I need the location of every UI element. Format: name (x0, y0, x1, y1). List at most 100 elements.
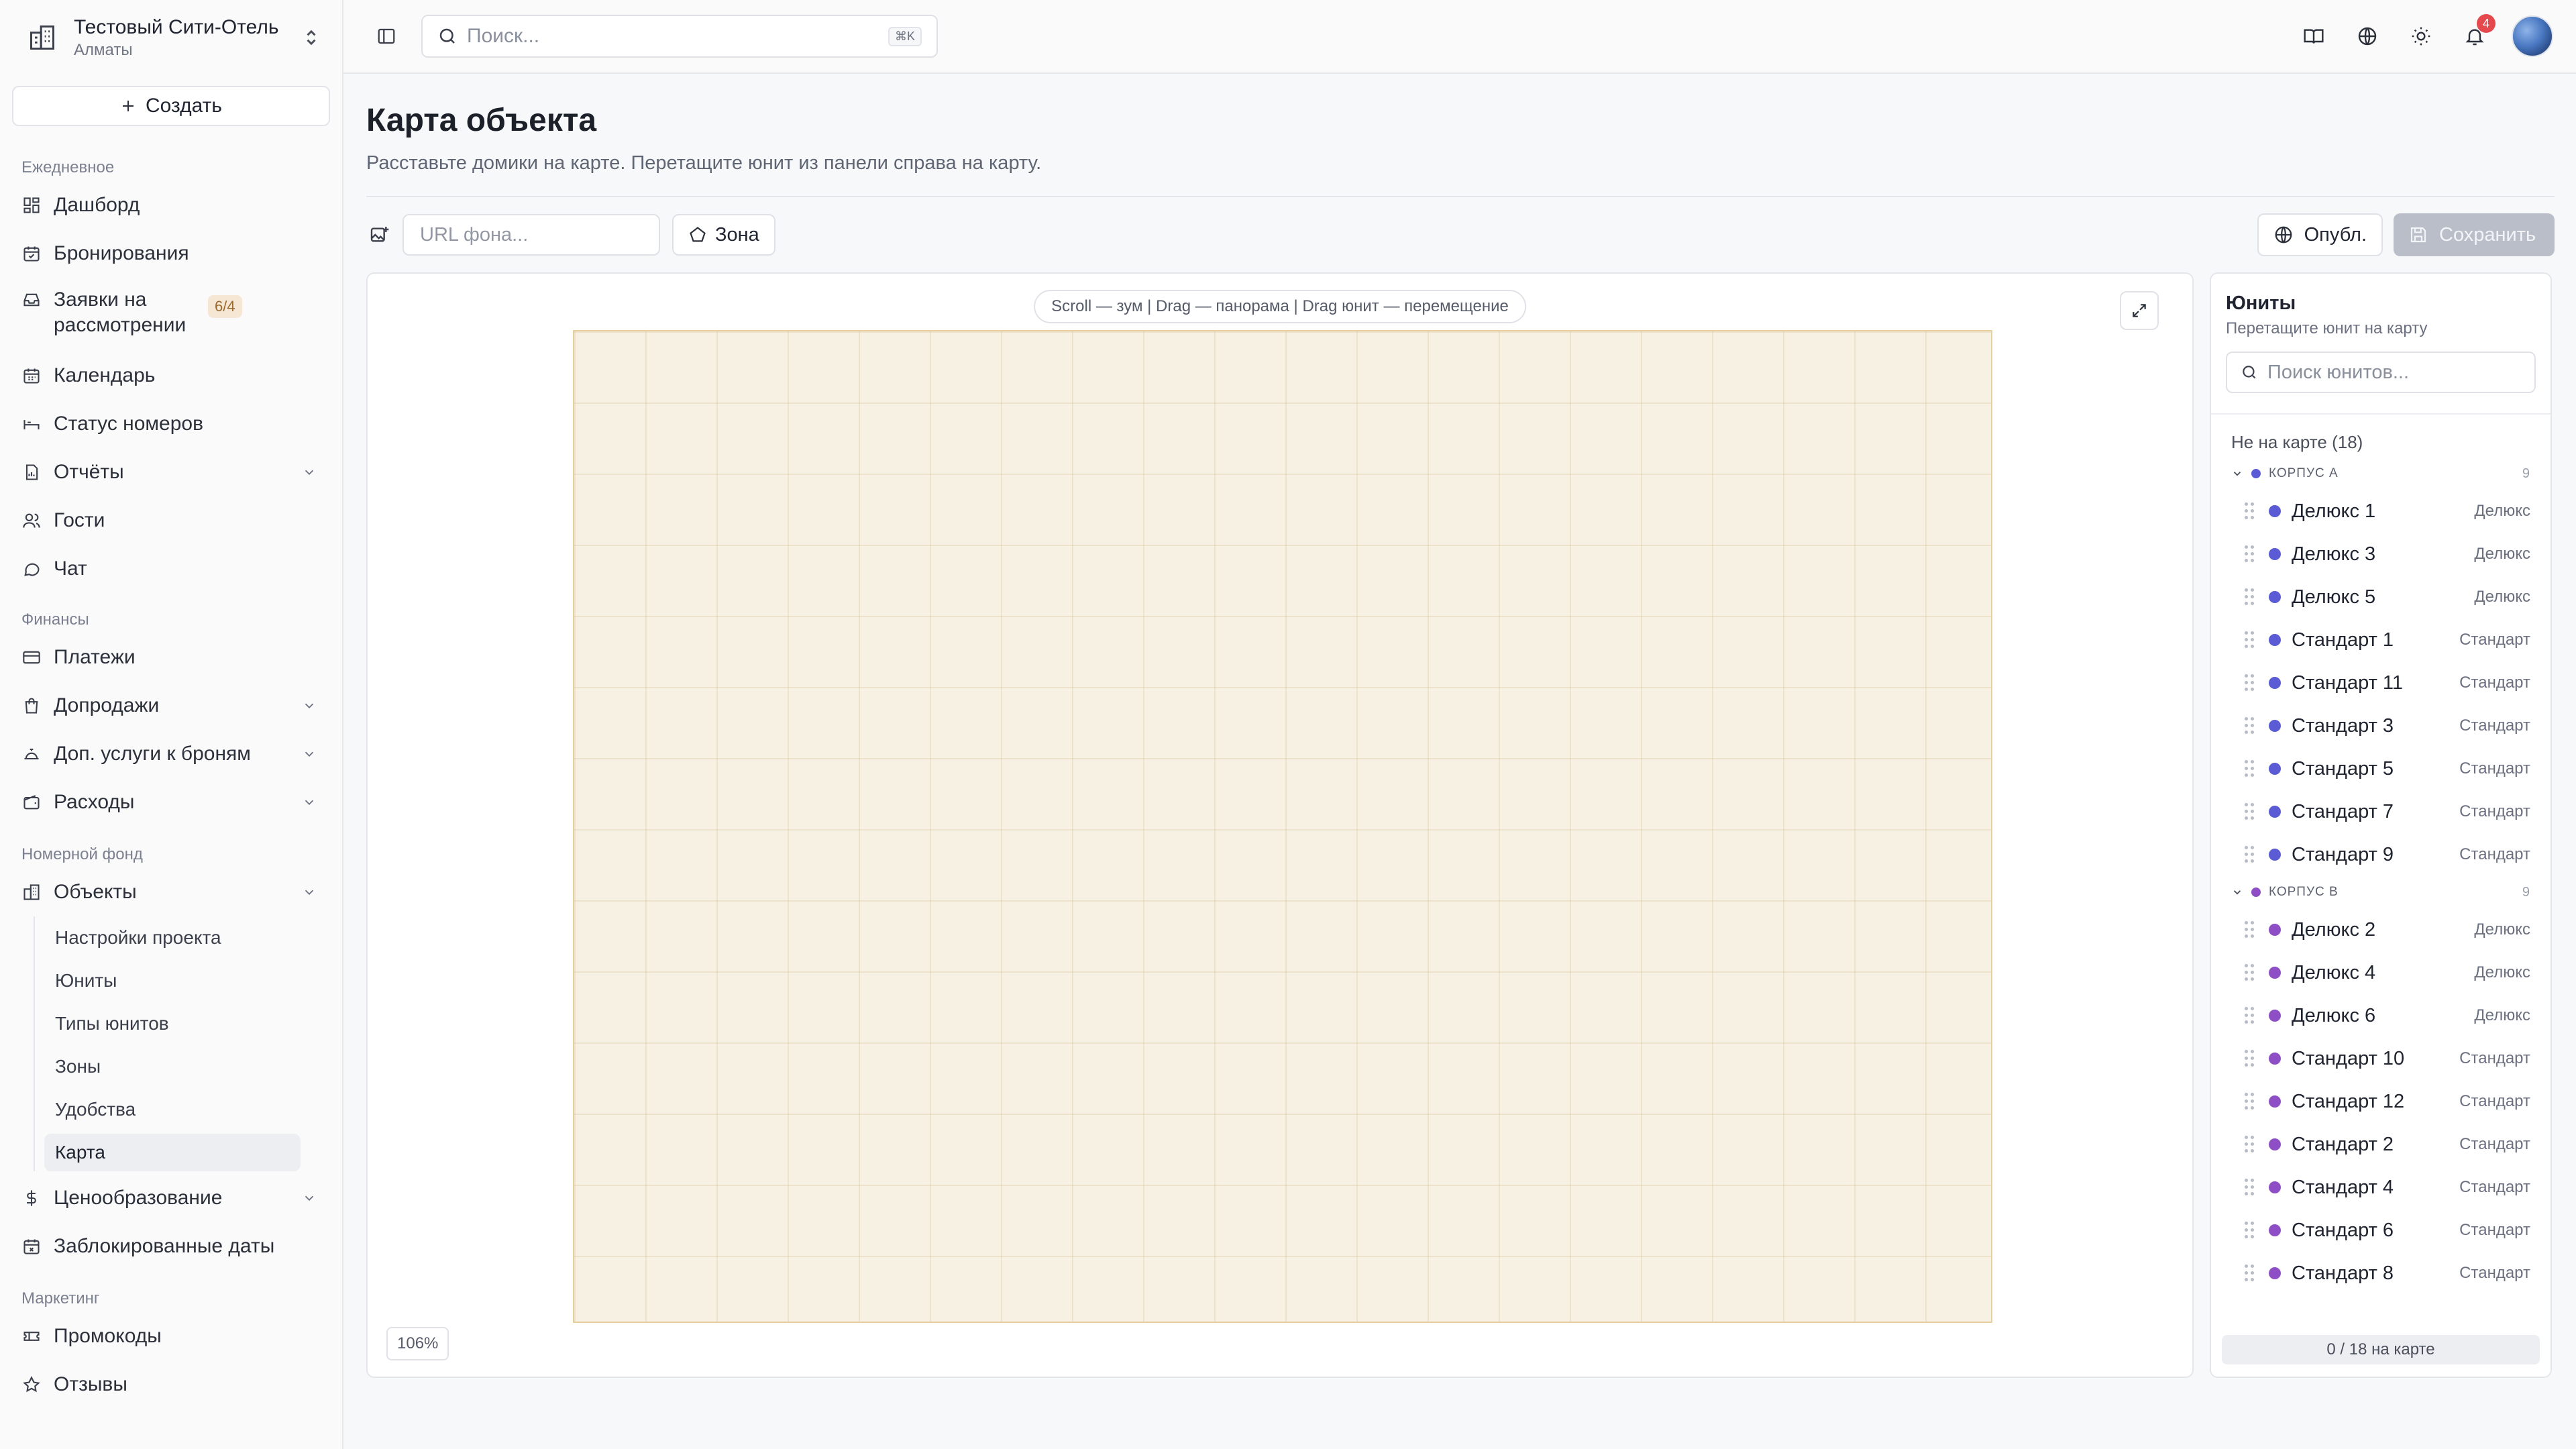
drag-handle-icon[interactable] (2245, 588, 2254, 606)
unit-name: Стандарт 2 (2292, 1133, 2394, 1155)
chevron-down-icon (301, 794, 318, 811)
submenu-item-units[interactable]: Юниты (44, 959, 301, 1002)
unit-list-item[interactable]: Стандарт 12 Стандарт (2231, 1080, 2530, 1123)
sun-icon[interactable] (2404, 19, 2438, 53)
unit-list-item[interactable]: Стандарт 8 Стандарт (2231, 1252, 2530, 1295)
sidebar-item-extras[interactable]: Доп. услуги к броням (0, 730, 342, 778)
sidebar-item-reviews[interactable]: Отзывы (0, 1360, 342, 1409)
units-search-input[interactable]: Поиск юнитов... (2226, 352, 2536, 393)
drag-handle-icon[interactable] (2245, 964, 2254, 981)
unit-list-item[interactable]: Делюкс 5 Делюкс (2231, 576, 2530, 619)
sidebar-item-reports[interactable]: Отчёты (0, 448, 342, 496)
hotel-city: Алматы (74, 41, 133, 59)
not-on-map-label: Не на карте (18) (2231, 432, 2363, 452)
unit-type: Делюкс (2474, 588, 2530, 606)
sidebar-item-objects[interactable]: Объекты (0, 868, 342, 916)
submenu-item-zones[interactable]: Зоны (44, 1045, 301, 1088)
unit-list-item[interactable]: Стандарт 7 Стандарт (2231, 790, 2530, 833)
notification-count: 4 (2477, 14, 2496, 33)
unit-group-header[interactable]: КОРПУС А 9 (2231, 458, 2530, 490)
sidebar-item-calendar[interactable]: Календарь (0, 352, 342, 400)
map-grid[interactable] (573, 330, 1992, 1323)
users-icon (21, 511, 42, 531)
submenu-item-map[interactable]: Карта (44, 1134, 301, 1171)
sidebar-item-upsells[interactable]: Допродажи (0, 682, 342, 730)
unit-list-item[interactable]: Делюкс 1 Делюкс (2231, 490, 2530, 533)
sidebar-item-dashboard[interactable]: Дашборд (0, 181, 342, 229)
unit-list-item[interactable]: Стандарт 4 Стандарт (2231, 1166, 2530, 1209)
unit-name: Делюкс 1 (2292, 500, 2376, 522)
drag-handle-icon[interactable] (2245, 921, 2254, 938)
unit-list-item[interactable]: Стандарт 2 Стандарт (2231, 1123, 2530, 1166)
save-button[interactable]: Сохранить (2394, 213, 2555, 256)
group-count: 9 (2522, 466, 2530, 481)
drag-handle-icon[interactable] (2245, 1136, 2254, 1153)
publish-button[interactable]: Опубл. (2257, 213, 2383, 256)
zone-button[interactable]: Зона (672, 214, 775, 256)
divider (366, 196, 2555, 197)
drag-handle-icon[interactable] (2245, 803, 2254, 820)
drag-handle-icon[interactable] (2245, 631, 2254, 649)
unit-list-item[interactable]: Стандарт 9 Стандарт (2231, 833, 2530, 876)
sidebar-item-expenses[interactable]: Расходы (0, 778, 342, 826)
create-button[interactable]: Создать (12, 86, 330, 126)
units-footer: 0 / 18 на карте (2222, 1335, 2540, 1364)
map-canvas-panel[interactable]: Scroll — зум | Drag — панорама | Drag юн… (366, 272, 2194, 1378)
unit-list-item[interactable]: Делюкс 2 Делюкс (2231, 908, 2530, 951)
sidebar-label: Отчёты (54, 461, 124, 483)
sidebar-item-promocodes[interactable]: Промокоды (0, 1312, 342, 1360)
sidebar-item-guests[interactable]: Гости (0, 496, 342, 545)
global-search-input[interactable]: Поиск... ⌘K (421, 15, 938, 58)
hotel-switcher[interactable]: Тестовый Сити-Отель Алматы (0, 0, 342, 75)
drag-handle-icon[interactable] (2245, 846, 2254, 863)
drag-handle-icon[interactable] (2245, 502, 2254, 520)
drag-handle-icon[interactable] (2245, 1050, 2254, 1067)
background-url-input[interactable]: URL фона... (402, 214, 660, 256)
sidebar: Тестовый Сити-Отель Алматы Создать Ежедн… (0, 0, 343, 1449)
zone-label: Зона (715, 223, 759, 246)
drag-handle-icon[interactable] (2245, 1265, 2254, 1282)
sidebar-item-payments[interactable]: Платежи (0, 633, 342, 682)
sidebar-item-pricing[interactable]: Ценообразование (0, 1174, 342, 1222)
group-color-dot (2251, 469, 2261, 478)
unit-group-header[interactable]: КОРПУС В 9 (2231, 876, 2530, 908)
drag-handle-icon[interactable] (2245, 1007, 2254, 1024)
unit-list-item[interactable]: Делюкс 6 Делюкс (2231, 994, 2530, 1037)
drag-handle-icon[interactable] (2245, 760, 2254, 777)
unit-list-item[interactable]: Делюкс 3 Делюкс (2231, 533, 2530, 576)
unit-type: Делюкс (2474, 920, 2530, 938)
bell-icon[interactable]: 4 (2458, 14, 2496, 53)
drag-handle-icon[interactable] (2245, 545, 2254, 563)
expand-icon[interactable] (2120, 291, 2159, 330)
book-icon[interactable] (2297, 19, 2330, 53)
sidebar-item-blocked-dates[interactable]: Заблокированные даты (0, 1222, 342, 1271)
sidebar-item-room-status[interactable]: Статус номеров (0, 400, 342, 448)
unit-list-item[interactable]: Стандарт 10 Стандарт (2231, 1037, 2530, 1080)
globe-icon[interactable] (2351, 19, 2384, 53)
unit-list-item[interactable]: Делюкс 4 Делюкс (2231, 951, 2530, 994)
submenu-item-unit-types[interactable]: Типы юнитов (44, 1002, 301, 1045)
unit-list-item[interactable]: Стандарт 1 Стандарт (2231, 619, 2530, 661)
submenu-item-project-settings[interactable]: Настройки проекта (44, 916, 301, 959)
sidebar-item-requests[interactable]: Заявки на рассмотрении 6/4 (0, 278, 342, 352)
sidebar-item-chat[interactable]: Чат (0, 545, 342, 593)
drag-handle-icon[interactable] (2245, 1222, 2254, 1239)
unit-type: Стандарт (2459, 1221, 2530, 1239)
unit-list-item[interactable]: Стандарт 11 Стандарт (2231, 661, 2530, 704)
sidebar-item-bookings[interactable]: Бронирования (0, 229, 342, 278)
section-finance: Финансы (21, 610, 89, 629)
unit-list-item[interactable]: Стандарт 6 Стандарт (2231, 1209, 2530, 1252)
calendar-icon (21, 366, 42, 386)
submenu-item-amenities[interactable]: Удобства (44, 1088, 301, 1131)
drag-handle-icon[interactable] (2245, 717, 2254, 735)
hotel-name: Тестовый Сити-Отель (74, 16, 279, 38)
avatar[interactable] (2512, 15, 2553, 57)
drag-handle-icon[interactable] (2245, 674, 2254, 692)
drag-handle-icon[interactable] (2245, 1093, 2254, 1110)
unit-list-item[interactable]: Стандарт 3 Стандарт (2231, 704, 2530, 747)
drag-handle-icon[interactable] (2245, 1179, 2254, 1196)
unit-list-item[interactable]: Стандарт 5 Стандарт (2231, 747, 2530, 790)
unit-type: Стандарт (2459, 1049, 2530, 1067)
plus-icon (122, 101, 133, 111)
sidebar-toggle-icon[interactable] (368, 17, 405, 55)
